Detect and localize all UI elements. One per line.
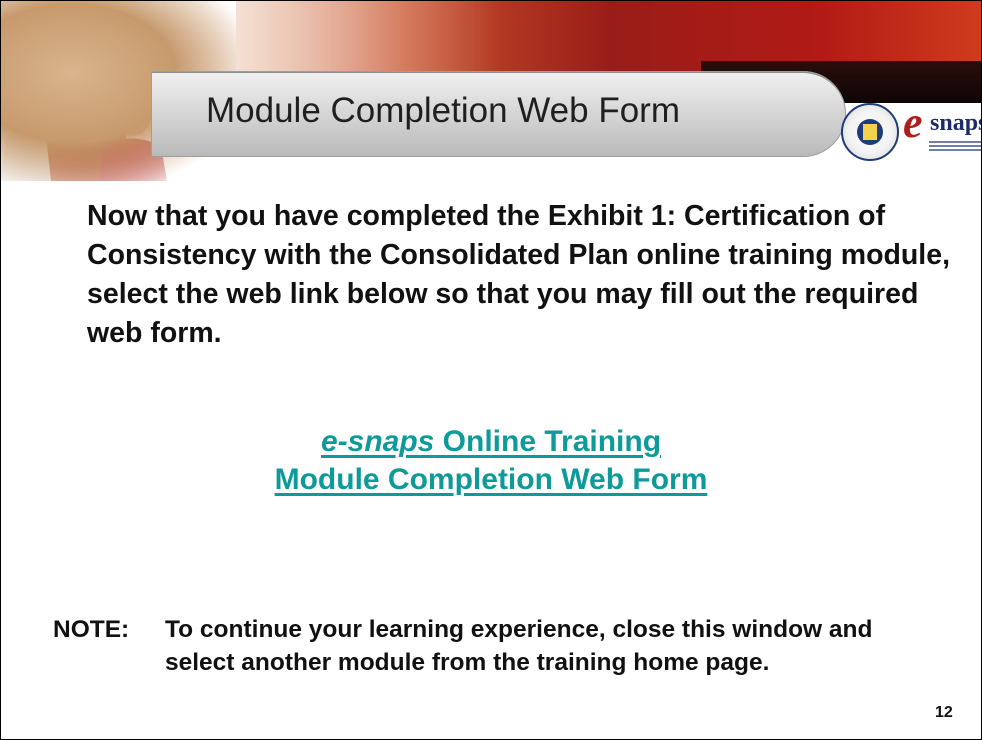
web-form-link[interactable]: e-snaps Online Training Module Completio…	[1, 423, 981, 499]
logo-tagline-lines	[929, 139, 981, 153]
hud-seal-icon	[841, 103, 899, 161]
note-text: To continue your learning experience, cl…	[165, 616, 873, 676]
note-label: NOTE:	[53, 616, 130, 643]
seal-house	[863, 124, 877, 140]
header-banner: Module Completion Web Form e snaps	[1, 1, 981, 191]
esnaps-logo-word: snaps	[930, 110, 981, 136]
hud-esnaps-logo: e snaps	[837, 93, 981, 171]
link-training-text[interactable]: Online Training	[434, 425, 661, 458]
slide: Module Completion Web Form e snaps Now t…	[0, 0, 982, 740]
page-number: 12	[935, 704, 953, 721]
page-title: Module Completion Web Form	[206, 91, 680, 130]
intro-paragraph: Now that you have completed the Exhibit …	[87, 200, 950, 349]
link-esnaps-text[interactable]: e-snaps	[321, 425, 434, 458]
esnaps-logo-e: e	[903, 98, 923, 147]
link-line-1[interactable]: e-snaps Online Training	[1, 423, 981, 461]
link-line-2[interactable]: Module Completion Web Form	[1, 461, 981, 499]
